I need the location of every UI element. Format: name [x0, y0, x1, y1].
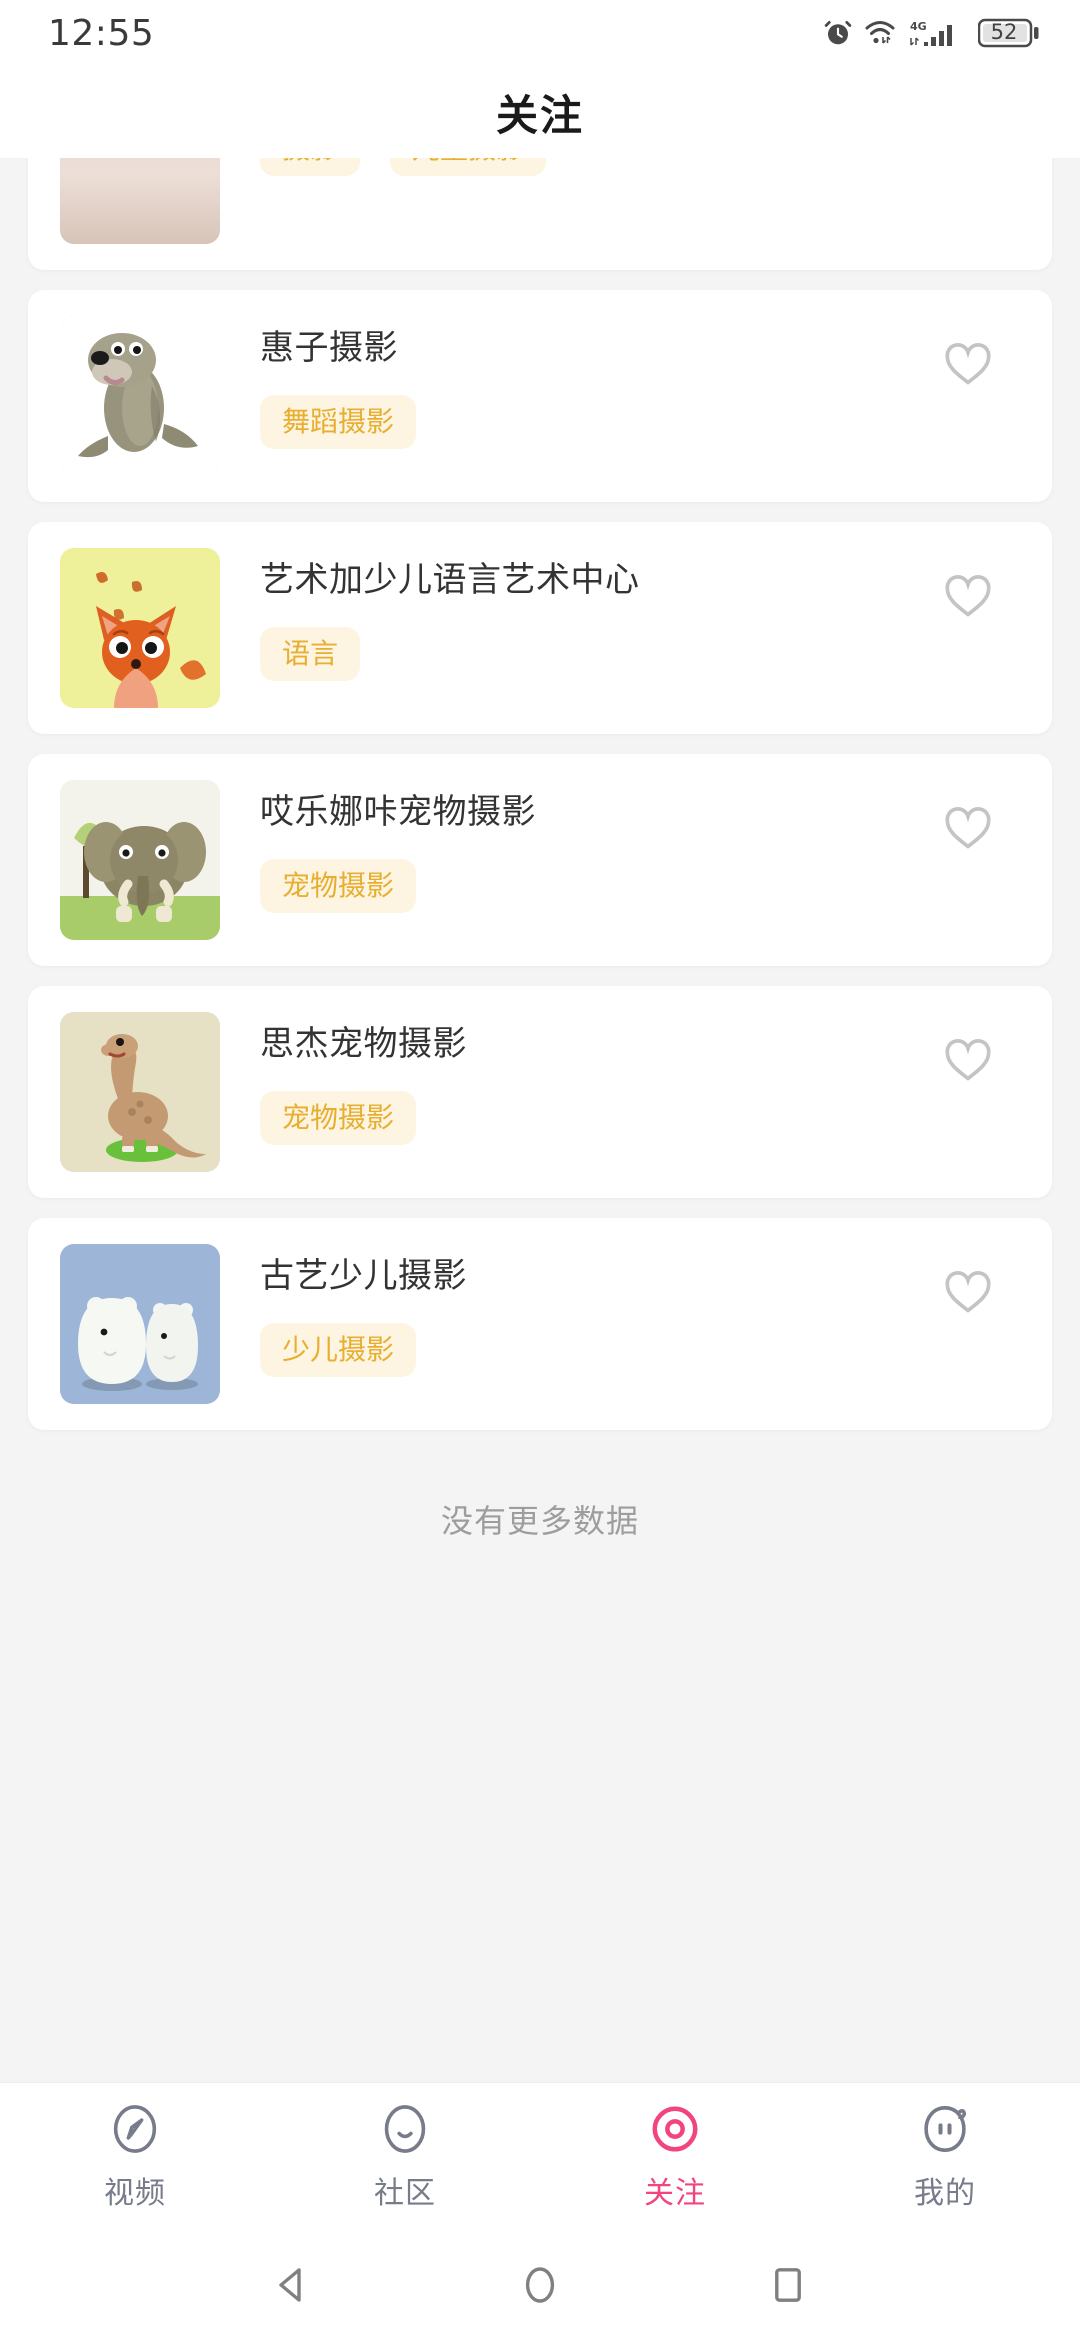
tab-label: 视频: [104, 2176, 166, 2210]
card-title: 思杰宠物摄影: [260, 1025, 467, 1063]
tag-chip[interactable]: 宠物摄影: [260, 1090, 417, 1145]
tag-row: 少儿摄影: [260, 1322, 1052, 1377]
seal-thumbnail: [60, 316, 220, 476]
card-title: 艺术加少儿语言艺术中心: [260, 561, 640, 599]
tab-video[interactable]: 视频: [0, 2102, 270, 2212]
phone-screen: 12:55 4G 52 关注 惠子摄影 舞蹈摄影 艺术加少儿语言艺术中心 语言 …: [0, 0, 1080, 2340]
dinosaur-thumbnail: [60, 1012, 220, 1172]
tab-label: 关注: [644, 2176, 706, 2210]
page-title: 关注: [495, 91, 584, 139]
wifi-icon: [864, 19, 898, 47]
bears-thumbnail: [60, 1244, 220, 1404]
cellular-signal-icon: 4G: [909, 18, 967, 48]
tag-row: 摄影 儿童摄影: [260, 158, 1052, 177]
card-body: 艺术加少儿语言艺术中心 语言: [220, 548, 1052, 681]
card-body: 哎乐娜咔宠物摄影 宠物摄影: [220, 780, 1052, 913]
puppy-thumbnail: [60, 158, 220, 244]
end-of-list-message: 没有更多数据: [440, 1503, 639, 1539]
card-body: 古艺少儿摄影 少儿摄影: [220, 1244, 1052, 1377]
recents-button[interactable]: [764, 2261, 812, 2309]
favorite-heart-icon[interactable]: [942, 570, 994, 622]
back-button[interactable]: [268, 2261, 316, 2309]
tab-follow[interactable]: 关注: [540, 2102, 810, 2212]
status-bar-clock: 12:55: [48, 12, 155, 54]
tag-chip[interactable]: 语言: [260, 626, 361, 681]
status-bar: 12:55 4G 52: [0, 0, 1080, 66]
follow-list[interactable]: 摄影 儿童摄影: [0, 158, 1080, 2082]
list-item[interactable]: 惠子摄影 舞蹈摄影: [28, 290, 1052, 502]
svg-text:4G: 4G: [910, 20, 927, 33]
smiley-icon: [378, 2102, 432, 2156]
list-item[interactable]: 古艺少儿摄影 少儿摄影: [28, 1218, 1052, 1430]
battery-level-text: 52: [990, 20, 1018, 44]
alarm-icon: [823, 18, 853, 48]
fox-thumbnail: [60, 548, 220, 708]
list-item[interactable]: 思杰宠物摄影 宠物摄影: [28, 986, 1052, 1198]
card-body: 惠子摄影 舞蹈摄影: [220, 316, 1052, 449]
favorite-heart-icon[interactable]: [942, 1266, 994, 1318]
list-item[interactable]: 摄影 儿童摄影: [28, 158, 1052, 270]
tab-label: 社区: [374, 2176, 436, 2210]
favorite-heart-icon[interactable]: [942, 338, 994, 390]
tag-row: 语言: [260, 626, 1052, 681]
card-title: 惠子摄影: [260, 329, 398, 367]
android-navigation-bar: [0, 2230, 1080, 2340]
card-title: 古艺少儿摄影: [260, 1257, 467, 1295]
list-item[interactable]: 艺术加少儿语言艺术中心 语言: [28, 522, 1052, 734]
bottom-tab-bar: 视频 社区 关注 我的: [0, 2082, 1080, 2230]
tab-label: 我的: [914, 2176, 976, 2210]
status-bar-icons: 4G 52: [823, 18, 1040, 48]
list-item[interactable]: 哎乐娜咔宠物摄影 宠物摄影: [28, 754, 1052, 966]
tag-row: 宠物摄影: [260, 1090, 1052, 1145]
card-body: 思杰宠物摄影 宠物摄影: [220, 1012, 1052, 1145]
elephant-thumbnail: [60, 780, 220, 940]
favorite-heart-icon[interactable]: [942, 802, 994, 854]
tag-chip[interactable]: 摄影: [260, 158, 361, 177]
eye-icon: [648, 2102, 702, 2156]
tag-chip[interactable]: 宠物摄影: [260, 858, 417, 913]
battery-icon: 52: [978, 18, 1040, 48]
card-body: 摄影 儿童摄影: [220, 158, 1052, 177]
compass-icon: [108, 2102, 162, 2156]
card-title: 哎乐娜咔宠物摄影: [260, 793, 536, 831]
tab-community[interactable]: 社区: [270, 2102, 540, 2212]
page-header: 关注: [0, 66, 1080, 158]
tag-chip[interactable]: 少儿摄影: [260, 1322, 417, 1377]
favorite-heart-icon[interactable]: [942, 1034, 994, 1086]
tag-row: 宠物摄影: [260, 858, 1052, 913]
tag-row: 舞蹈摄影: [260, 394, 1052, 449]
tag-chip[interactable]: 儿童摄影: [390, 158, 547, 177]
tab-mine[interactable]: 我的: [810, 2102, 1080, 2212]
home-button[interactable]: [516, 2261, 564, 2309]
cat-face-icon: [918, 2102, 972, 2156]
tag-chip[interactable]: 舞蹈摄影: [260, 394, 417, 449]
